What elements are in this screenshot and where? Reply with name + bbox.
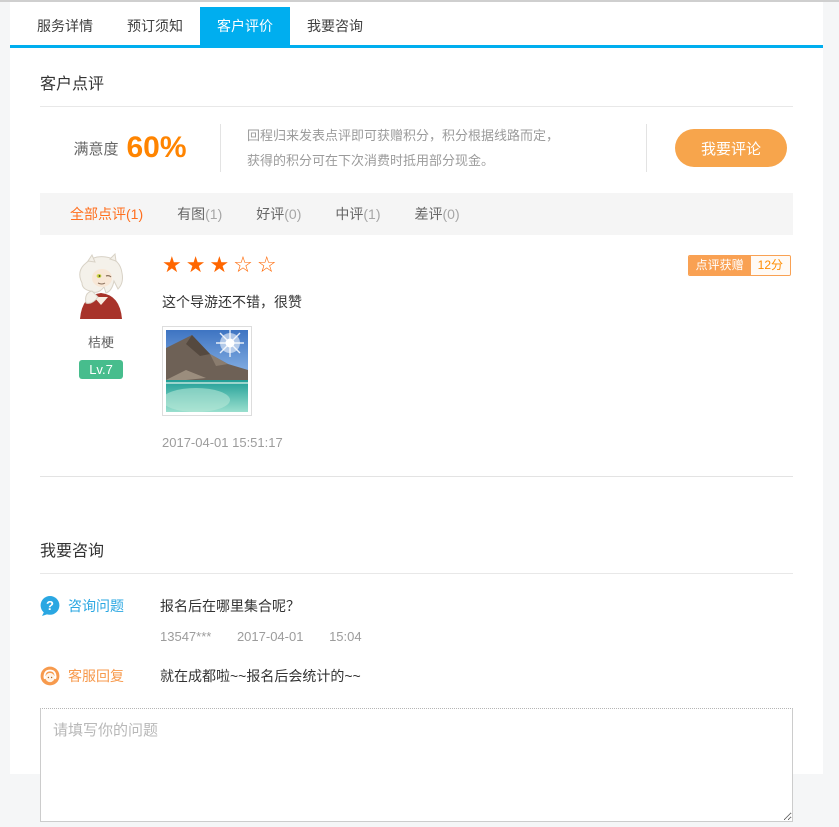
tab-customer-reviews[interactable]: 客户评价 (200, 7, 290, 45)
question-label: 咨询问题 (68, 598, 124, 614)
avatar (68, 253, 134, 319)
review-reward-badge: 点评获赠 12分 (687, 255, 791, 276)
review-text: 这个导游还不错，很赞 (162, 294, 302, 310)
promo-text: 回程归来发表点评即可获赠积分，积分根据线路而定， 获得的积分可在下次消费时抵用部… (247, 123, 620, 173)
question-row: ? 咨询问题 报名后在哪里集合呢？ (40, 596, 793, 616)
reviews-section-heading: 客户点评 (40, 70, 793, 107)
review-photo-thumbnail[interactable] (162, 326, 252, 416)
content-card: 服务详情 预订须知 客户评价 我要咨询 客户点评 满意度 60% 回程归来发表点… (10, 2, 823, 822)
satisfaction-block: 满意度 60% (40, 131, 220, 165)
reviewer-username: 桔梗 (87, 335, 114, 350)
question-time: 15:04 (329, 629, 362, 644)
tab-service-details[interactable]: 服务详情 (20, 7, 110, 45)
write-comment-button[interactable]: 我要评论 (675, 129, 787, 167)
vertical-divider (220, 124, 221, 172)
tab-booking-notes[interactable]: 预订须知 (110, 7, 200, 45)
satisfaction-value: 60% (126, 131, 187, 164)
answer-label: 客服回复 (68, 668, 124, 684)
svg-text:?: ? (46, 598, 54, 613)
question-input[interactable] (40, 708, 793, 822)
question-bubble-icon: ? (40, 596, 60, 616)
tab-bar: 服务详情 预订须知 客户评价 我要咨询 (10, 2, 823, 48)
stars-filled: ★★★ (162, 252, 234, 277)
consult-section-heading: 我要咨询 (40, 537, 793, 574)
filter-negative[interactable]: 差评(0) (415, 204, 460, 224)
user-level-badge: Lv.7 (79, 360, 123, 379)
stars-empty: ☆☆ (233, 252, 281, 277)
filter-positive[interactable]: 好评(0) (256, 204, 301, 224)
question-date: 2017-04-01 (236, 629, 304, 644)
reward-label: 点评获赠 (688, 256, 751, 275)
reward-value: 12分 (750, 256, 790, 275)
promo-line-2: 获得的积分可在下次消费时抵用部分现金。 (247, 153, 495, 168)
question-text: 报名后在哪里集合呢？ (160, 598, 300, 614)
answer-text: 就在成都啦~~报名后会统计的~~ (160, 668, 361, 684)
service-agent-icon (40, 666, 60, 686)
question-meta: 13547*** 2017-04-01 15:04 (160, 629, 793, 644)
vertical-divider (646, 124, 647, 172)
mountain-lake-photo (166, 330, 248, 412)
review-item: 桔梗 Lv.7 ★★★☆☆ 点评获赠 12分 这个导游还不错，很赞 2017-0… (40, 251, 793, 477)
tab-consult[interactable]: 我要咨询 (290, 7, 380, 45)
consult-section: 我要咨询 ? 咨询问题 报名后在哪里集合呢？ 13547*** 2017-04-… (40, 537, 793, 827)
reviewer-panel: 桔梗 Lv.7 (40, 251, 162, 450)
answer-row: 客服回复 就在成都啦~~报名后会统计的~~ (40, 666, 793, 686)
review-timestamp: 2017-04-01 15:51:17 (162, 435, 283, 450)
filter-neutral[interactable]: 中评(1) (335, 204, 380, 224)
question-user: 13547*** (160, 629, 212, 644)
review-body: ★★★☆☆ 点评获赠 12分 这个导游还不错，很赞 2017-04-01 15:… (162, 251, 793, 450)
filter-all-reviews[interactable]: 全部点评(1) (70, 204, 143, 224)
filter-with-photos[interactable]: 有图(1) (177, 204, 222, 224)
promo-line-1: 回程归来发表点评即可获赠积分，积分根据线路而定， (247, 128, 560, 143)
satisfaction-label: 满意度 (73, 140, 119, 158)
review-filter-bar: 全部点评(1) 有图(1) 好评(0) 中评(1) 差评(0) (40, 193, 793, 235)
satisfaction-row: 满意度 60% 回程归来发表点评即可获赠积分，积分根据线路而定， 获得的积分可在… (40, 111, 793, 185)
